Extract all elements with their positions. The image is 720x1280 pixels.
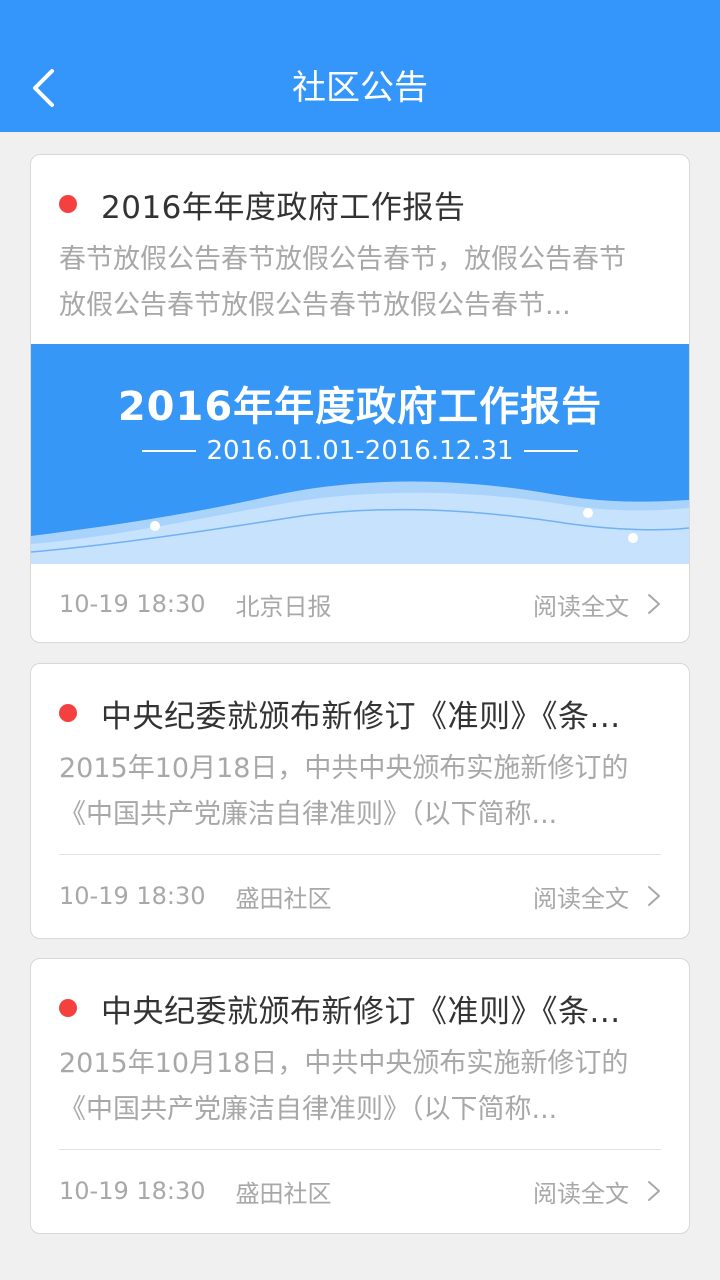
read-more-label: 阅读全文 — [533, 1179, 629, 1208]
notice-footer: 10-19 18:30 北京日报 阅读全文 — [59, 584, 661, 624]
read-more-label: 阅读全文 — [533, 592, 629, 621]
card-divider — [59, 854, 661, 855]
banner-date-row: 2016.01.01-2016.12.31 — [31, 436, 689, 466]
read-more-label: 阅读全文 — [533, 884, 629, 913]
chevron-right-icon — [648, 1181, 660, 1201]
notice-source: 北京日报 — [235, 592, 332, 621]
notice-summary-line: 《中国共产党廉洁自律准则》（以下简称... — [59, 1094, 558, 1125]
unread-dot-icon — [59, 999, 77, 1017]
banner-title: 2016年年度政府工作报告 — [117, 384, 603, 430]
notice-footer: 10-19 18:30 盛田社区 阅读全文 — [59, 1171, 661, 1211]
unread-dot-icon — [59, 704, 77, 722]
notice-source: 盛田社区 — [235, 884, 332, 913]
read-more-link[interactable]: 阅读全文 — [533, 1174, 661, 1209]
notice-time: 10-19 18:30 — [59, 1177, 206, 1205]
notice-summary-line: 春节放假公告春节放假公告春节，放假公告春节 — [59, 244, 626, 275]
notice-card[interactable]: 中央纪委就颁布新修订《准则》《条... 2015年10月18日，中共中央颁布实施… — [30, 663, 690, 939]
unread-dot-icon — [59, 195, 77, 213]
app-header: 社区公告 — [0, 0, 720, 132]
chevron-right-icon — [648, 594, 660, 614]
notice-summary-line: 放假公告春节放假公告春节放假公告春节... — [59, 290, 571, 321]
notice-title-row: 2016年年度政府工作报告 — [59, 179, 661, 229]
banner-divider-line — [523, 450, 578, 452]
notice-summary: 2015年10月18日，中共中央颁布实施新修订的 《中国共产党廉洁自律准则》（以… — [59, 1041, 661, 1133]
notice-title: 中央纪委就颁布新修订《准则》《条... — [101, 993, 621, 1030]
notice-title-row: 中央纪委就颁布新修订《准则》《条... — [59, 983, 661, 1033]
notice-title-row: 中央纪委就颁布新修订《准则》《条... — [59, 688, 661, 738]
notice-footer: 10-19 18:30 盛田社区 阅读全文 — [59, 876, 661, 916]
banner-date-range: 2016.01.01-2016.12.31 — [206, 436, 514, 466]
notice-time: 10-19 18:30 — [59, 882, 206, 910]
read-more-link[interactable]: 阅读全文 — [533, 587, 661, 622]
notice-source: 盛田社区 — [235, 1179, 332, 1208]
notice-title: 2016年年度政府工作报告 — [101, 189, 466, 226]
page-title: 社区公告 — [292, 68, 428, 108]
notice-card[interactable]: 中央纪委就颁布新修订《准则》《条... 2015年10月18日，中共中央颁布实施… — [30, 958, 690, 1234]
notice-summary: 2015年10月18日，中共中央颁布实施新修订的 《中国共产党廉洁自律准则》（以… — [59, 746, 661, 838]
notice-summary-line: 2015年10月18日，中共中央颁布实施新修订的 — [59, 1048, 629, 1079]
notice-title: 中央纪委就颁布新修订《准则》《条... — [101, 698, 621, 735]
banner-divider-line — [142, 450, 197, 452]
banner-wave-decoration — [31, 481, 689, 564]
notice-summary: 春节放假公告春节放假公告春节，放假公告春节 放假公告春节放假公告春节放假公告春节… — [59, 237, 661, 329]
notice-banner-image[interactable]: 2016年年度政府工作报告 2016.01.01-2016.12.31 — [31, 344, 689, 564]
chevron-right-icon — [648, 886, 660, 906]
notice-summary-line: 2015年10月18日，中共中央颁布实施新修订的 — [59, 753, 629, 784]
notice-card[interactable]: 2016年年度政府工作报告 春节放假公告春节放假公告春节，放假公告春节 放假公告… — [30, 154, 690, 643]
notice-time: 10-19 18:30 — [59, 590, 206, 618]
notice-summary-line: 《中国共产党廉洁自律准则》（以下简称... — [59, 799, 558, 830]
read-more-link[interactable]: 阅读全文 — [533, 879, 661, 914]
card-divider — [59, 1149, 661, 1150]
